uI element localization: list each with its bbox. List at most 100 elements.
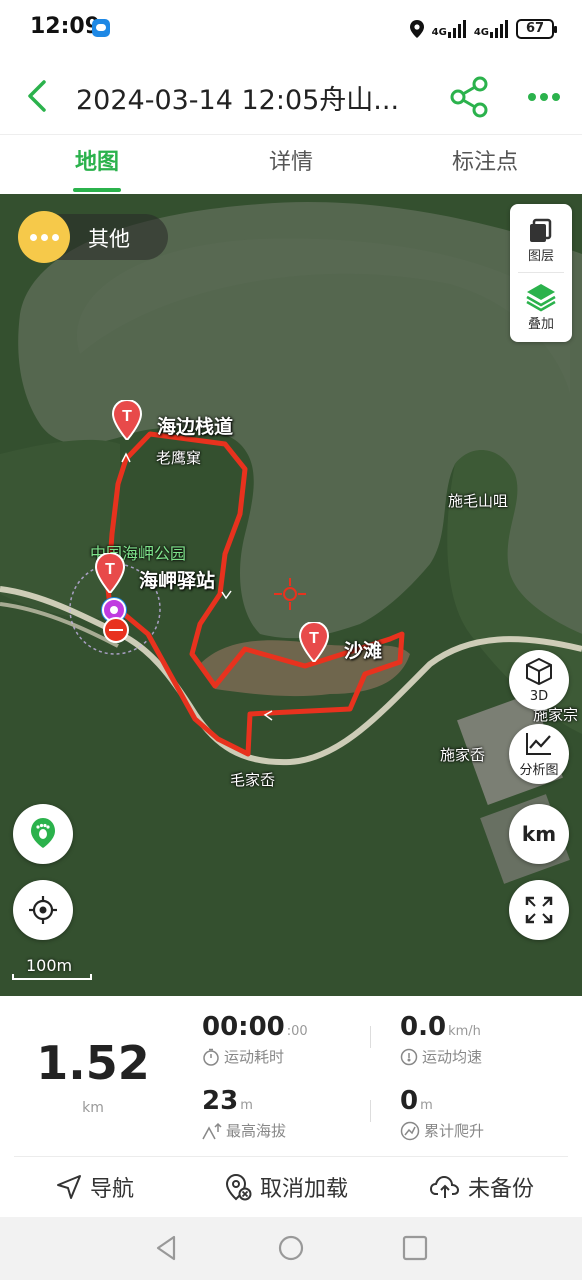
chart-line-icon	[526, 733, 551, 755]
avg-speed-value: 0.0	[400, 1012, 447, 1042]
waypoint-label-2: 海岬驿站	[139, 570, 216, 592]
other-label: 其他	[88, 227, 130, 251]
stack-icon	[526, 284, 556, 312]
backup-button[interactable]: 未备份	[430, 1171, 534, 1203]
waypoint-pin-icon[interactable]: T	[299, 622, 329, 662]
tab-bar: 地图 详情 标注点	[0, 134, 582, 194]
more-dots-icon	[18, 211, 70, 263]
analysis-chart-button[interactable]: 分析图	[509, 724, 569, 784]
mountain-up-icon	[202, 1122, 222, 1139]
divider	[370, 1100, 371, 1122]
satellite-map	[0, 194, 582, 996]
waypoint-label-1: 海边栈道	[157, 416, 234, 438]
action-bar: 导航 取消加载 未备份	[0, 1157, 582, 1217]
location-icon	[409, 20, 424, 38]
analysis-chart-label: 分析图	[519, 763, 559, 778]
network-type-1: 4G	[431, 27, 447, 38]
overlay-label: 叠加	[527, 317, 554, 332]
max-altitude-unit: m	[240, 1098, 253, 1113]
cube-icon	[526, 657, 552, 686]
avg-speed-stat: 0.0 km/h 运动均速	[400, 1012, 482, 1067]
footprint-button[interactable]	[13, 804, 73, 864]
footprint-icon	[31, 818, 55, 848]
svg-text:T: T	[122, 408, 132, 425]
cancel-load-button[interactable]: 取消加载	[224, 1171, 348, 1203]
layer-panel: 图层 叠加	[510, 204, 572, 342]
scale-label: 100m	[26, 956, 73, 975]
svg-text:T: T	[309, 630, 319, 647]
target-icon	[29, 896, 57, 924]
status-time: 12:09	[30, 14, 101, 39]
locate-me-button[interactable]	[13, 880, 73, 940]
waypoint-pin-icon[interactable]: T	[95, 553, 125, 593]
signal-bars-icon	[447, 20, 466, 38]
navigate-label: 导航	[90, 1177, 135, 1202]
climb-stat: 0m 累计爬升	[400, 1086, 484, 1141]
share-button[interactable]	[446, 74, 492, 120]
map-view[interactable]: 老鹰窠 中国海岬公园 施毛山咀 施家岙 毛家岙 施家宗 T 海边栈道 T 海岬驿…	[0, 194, 582, 996]
expand-icon	[525, 896, 553, 924]
navigate-button[interactable]: 导航	[56, 1171, 134, 1203]
location-cancel-icon	[225, 1173, 252, 1201]
duration-seconds: :00	[286, 1024, 308, 1039]
3d-button[interactable]: 3D	[509, 650, 569, 710]
place-label-maojiaxian: 毛家岙	[230, 771, 276, 789]
stats-panel: 1.52 km 00:00:00 运动耗时 0.0 km/h 运动均速 23 m 最…	[0, 996, 582, 1156]
layers-button[interactable]: 图层	[510, 206, 572, 270]
place-label-laoyingke: 老鹰窠	[156, 449, 202, 467]
dot-icon	[540, 93, 548, 101]
nav-back-icon[interactable]	[152, 1233, 182, 1263]
distance-unit: km	[82, 1100, 104, 1116]
system-nav-bar	[0, 1217, 582, 1280]
other-filter-button[interactable]: 其他	[18, 211, 168, 263]
chevron-left-icon	[28, 80, 46, 112]
tab-details[interactable]: 详情	[194, 135, 388, 194]
dot-icon	[528, 93, 536, 101]
duration-value: 00:00	[202, 1012, 285, 1042]
status-indicators: 4G 4G 67	[409, 15, 557, 43]
climb-unit: m	[420, 1098, 433, 1113]
divider	[370, 1026, 371, 1048]
avg-speed-unit: km/h	[448, 1024, 481, 1039]
overlay-button[interactable]: 叠加	[510, 274, 572, 338]
unit-label: km	[521, 822, 557, 846]
tab-map[interactable]: 地图	[0, 135, 194, 194]
unit-toggle-button[interactable]: km	[509, 804, 569, 864]
back-button[interactable]	[18, 74, 58, 118]
3d-label: 3D	[529, 689, 549, 704]
place-label-shimaoshan: 施毛山咀	[448, 492, 509, 510]
waypoint-pin-icon[interactable]: T	[112, 400, 142, 440]
battery-indicator: 67	[516, 19, 557, 39]
nav-recents-icon[interactable]	[400, 1233, 430, 1263]
signal-1: 4G	[432, 20, 466, 38]
distance-value: 1.52	[36, 1036, 150, 1090]
svg-text:T: T	[105, 561, 115, 578]
dot-icon	[552, 93, 560, 101]
share-icon	[450, 76, 488, 118]
waypoint-label-3: 沙滩	[344, 640, 383, 662]
duration-caption: 运动耗时	[224, 1048, 285, 1066]
title-bar: 2024-03-14 12:05舟山...	[0, 58, 582, 134]
map-scale: 100m	[12, 956, 92, 980]
tab-markers[interactable]: 标注点	[388, 135, 582, 194]
status-bar: 12:09 4G 4G 67	[0, 0, 582, 58]
navigation-arrow-icon	[57, 1175, 81, 1199]
divider	[518, 272, 564, 273]
cancel-load-label: 取消加载	[260, 1177, 349, 1202]
signal-2: 4G	[474, 20, 508, 38]
backup-label: 未备份	[468, 1177, 535, 1202]
max-altitude-value: 23	[202, 1086, 239, 1116]
message-app-icon	[92, 19, 110, 37]
more-options-button[interactable]	[524, 82, 564, 112]
place-label-shijiaxian: 施家岙	[440, 746, 486, 764]
max-altitude-stat: 23 m 最高海拔	[202, 1086, 286, 1141]
stopwatch-icon	[203, 1048, 219, 1066]
layers-label: 图层	[527, 249, 554, 264]
climb-caption: 累计爬升	[424, 1122, 485, 1140]
avg-speed-caption: 运动均速	[422, 1048, 483, 1066]
fullscreen-button[interactable]	[509, 880, 569, 940]
climb-value: 0	[400, 1086, 419, 1116]
nav-home-icon[interactable]	[276, 1233, 306, 1263]
speedometer-icon	[400, 1048, 418, 1065]
signal-bars-icon	[490, 20, 508, 38]
